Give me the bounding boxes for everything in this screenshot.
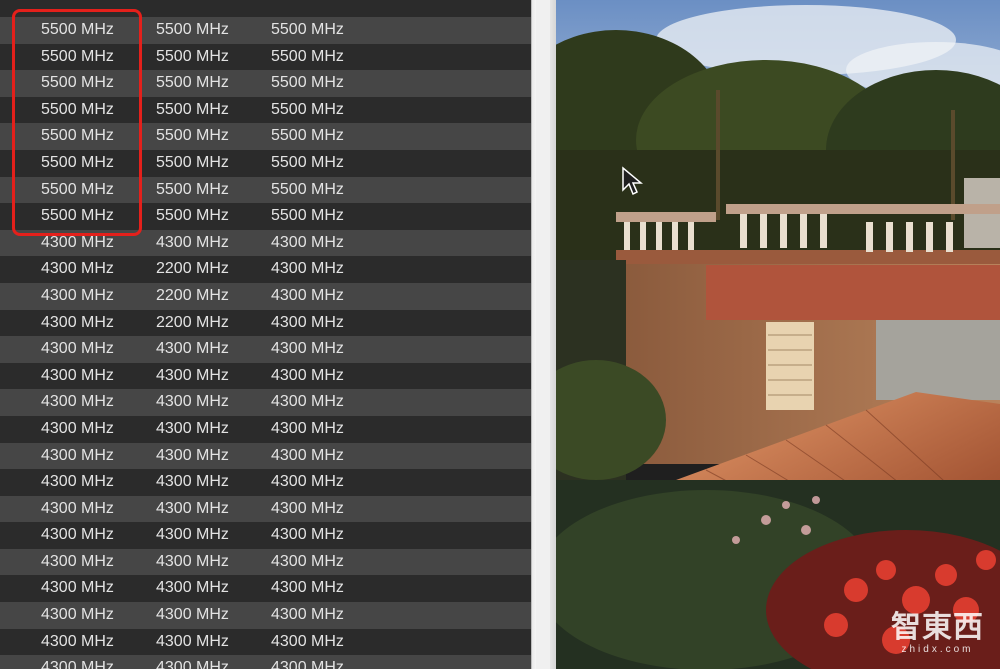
frequency-cell: 5500 MHz — [156, 21, 229, 38]
frequency-cell: 2200 MHz — [156, 260, 229, 278]
frequency-cell: 4300 MHz — [41, 606, 114, 624]
frequency-cell: 4300 MHz — [156, 393, 229, 411]
frequency-cell: 4300 MHz — [271, 286, 344, 304]
frequency-cell: 4300 MHz — [41, 446, 114, 464]
table-row: 4300 MHz 4300 MHz 4300 MHz — [0, 628, 531, 656]
frequency-cell: 5500 MHz — [271, 74, 344, 92]
frequency-cell: 5500 MHz — [271, 127, 344, 145]
frequency-cell: 5500 MHz — [156, 180, 229, 198]
frequency-cell: 4300 MHz — [156, 473, 229, 491]
frequency-cell: 4300 MHz — [41, 552, 114, 570]
frequency-cell: 5500 MHz — [156, 47, 229, 65]
frequency-cell: 4300 MHz — [271, 446, 344, 464]
frequency-cell: 4300 MHz — [156, 632, 229, 650]
table-row: 4300 MHz 4300 MHz 4300 MHz — [0, 522, 531, 549]
frequency-cell: 4300 MHz — [41, 393, 114, 411]
frequency-cell: 4300 MHz — [41, 260, 114, 278]
frequency-cell: 5500 MHz — [156, 100, 229, 118]
frequency-cell: 4300 MHz — [156, 419, 229, 437]
frequency-cell: 5500 MHz — [156, 74, 229, 92]
scrollbar-track[interactable] — [536, 0, 550, 669]
frequency-cell: 4300 MHz — [271, 579, 344, 597]
frequency-cell: 4300 MHz — [156, 659, 229, 669]
frequency-cell: 4300 MHz — [156, 499, 229, 517]
table-row: 4300 MHz 4300 MHz 4300 MHz — [0, 442, 531, 470]
frequency-cell: 5500 MHz — [156, 153, 229, 171]
frequency-cell: 5500 MHz — [156, 127, 229, 145]
monitor-panel: 5500 MHz 5500 MHz 5500 MHz 5500 MHz 5500 MHz… — [0, 0, 531, 669]
table-row: 4300 MHz 4300 MHz 4300 MHz — [0, 469, 531, 496]
frequency-cell: 4300 MHz — [156, 366, 229, 384]
frequency-cell: 5500 MHz — [271, 153, 344, 171]
frequency-cell: 4300 MHz — [41, 499, 114, 517]
frequency-cell: 4300 MHz — [156, 579, 229, 597]
table-row: 4300 MHz 4300 MHz 4300 MHz — [0, 655, 531, 669]
frequency-cell: 5500 MHz — [271, 21, 344, 38]
frequency-cell: 4300 MHz — [271, 526, 344, 544]
watermark-subtitle: zhidx.com — [901, 644, 974, 655]
frequency-cell: 4300 MHz — [271, 393, 344, 411]
frequency-cell: 4300 MHz — [271, 233, 344, 251]
frequency-cell: 5500 MHz — [271, 47, 344, 65]
frequency-cell: 4300 MHz — [271, 606, 344, 624]
table-row: 4300 MHz 4300 MHz 4300 MHz — [0, 415, 531, 443]
frequency-cell: 2200 MHz — [156, 286, 229, 304]
table-row: 4300 MHz 4300 MHz 4300 MHz — [0, 548, 531, 576]
frequency-cell: 4300 MHz — [41, 419, 114, 437]
table-row: 4300 MHz 4300 MHz 4300 MHz — [0, 389, 531, 416]
frequency-cell: 4300 MHz — [41, 366, 114, 384]
frequency-cell: 4300 MHz — [271, 659, 344, 669]
frequency-cell: 4300 MHz — [271, 419, 344, 437]
frequency-cell: 5500 MHz — [271, 100, 344, 118]
frequency-cell: 5500 MHz — [156, 207, 229, 225]
frequency-cell: 4300 MHz — [156, 552, 229, 570]
frequency-cell: 4300 MHz — [271, 552, 344, 570]
frequency-cell: 4300 MHz — [41, 340, 114, 358]
table-row: 4300 MHz 4300 MHz 4300 MHz — [0, 495, 531, 523]
frequency-cell: 4300 MHz — [271, 313, 344, 331]
table-row: 4300 MHz 4300 MHz 4300 MHz — [0, 336, 531, 363]
frequency-cell: 4300 MHz — [156, 526, 229, 544]
frequency-cell: 4300 MHz — [156, 606, 229, 624]
frequency-cell: 4300 MHz — [156, 233, 229, 251]
frequency-cell: 4300 MHz — [271, 499, 344, 517]
frequency-cell: 4300 MHz — [41, 313, 114, 331]
watermark-title: 智東西 — [891, 610, 984, 645]
frequency-cell: 4300 MHz — [41, 659, 114, 669]
frequency-cell: 4300 MHz — [156, 446, 229, 464]
frequency-cell: 4300 MHz — [41, 526, 114, 544]
frequency-cell: 4300 MHz — [156, 340, 229, 358]
frequency-cell: 4300 MHz — [41, 579, 114, 597]
frequency-cell: 5500 MHz — [271, 207, 344, 225]
frequency-cell: 4300 MHz — [271, 632, 344, 650]
frequency-cell: 4300 MHz — [271, 473, 344, 491]
table-row: 4300 MHz 4300 MHz 4300 MHz — [0, 575, 531, 603]
mouse-pointer-icon — [621, 166, 644, 201]
frequency-cell: 4300 MHz — [271, 366, 344, 384]
frequency-cell: 4300 MHz — [41, 473, 114, 491]
game-screenshot: 智東西 zhidx.com — [556, 0, 1000, 669]
table-row: 4300 MHz 2200 MHz 4300 MHz — [0, 282, 531, 310]
table-row: 4300 MHz 2200 MHz 4300 MHz — [0, 256, 531, 283]
frequency-cell: 4300 MHz — [41, 632, 114, 650]
highlight-box — [12, 9, 142, 236]
watermark-logo: 智東西 zhidx.com — [891, 602, 984, 655]
table-row: 4300 MHz 4300 MHz 4300 MHz — [0, 362, 531, 390]
frequency-cell: 4300 MHz — [271, 340, 344, 358]
frequency-cell: 4300 MHz — [41, 286, 114, 304]
frequency-cell: 4300 MHz — [271, 260, 344, 278]
table-row: 4300 MHz 4300 MHz 4300 MHz — [0, 602, 531, 629]
table-row: 4300 MHz 2200 MHz 4300 MHz — [0, 309, 531, 337]
frequency-cell: 5500 MHz — [271, 180, 344, 198]
frequency-cell: 2200 MHz — [156, 313, 229, 331]
